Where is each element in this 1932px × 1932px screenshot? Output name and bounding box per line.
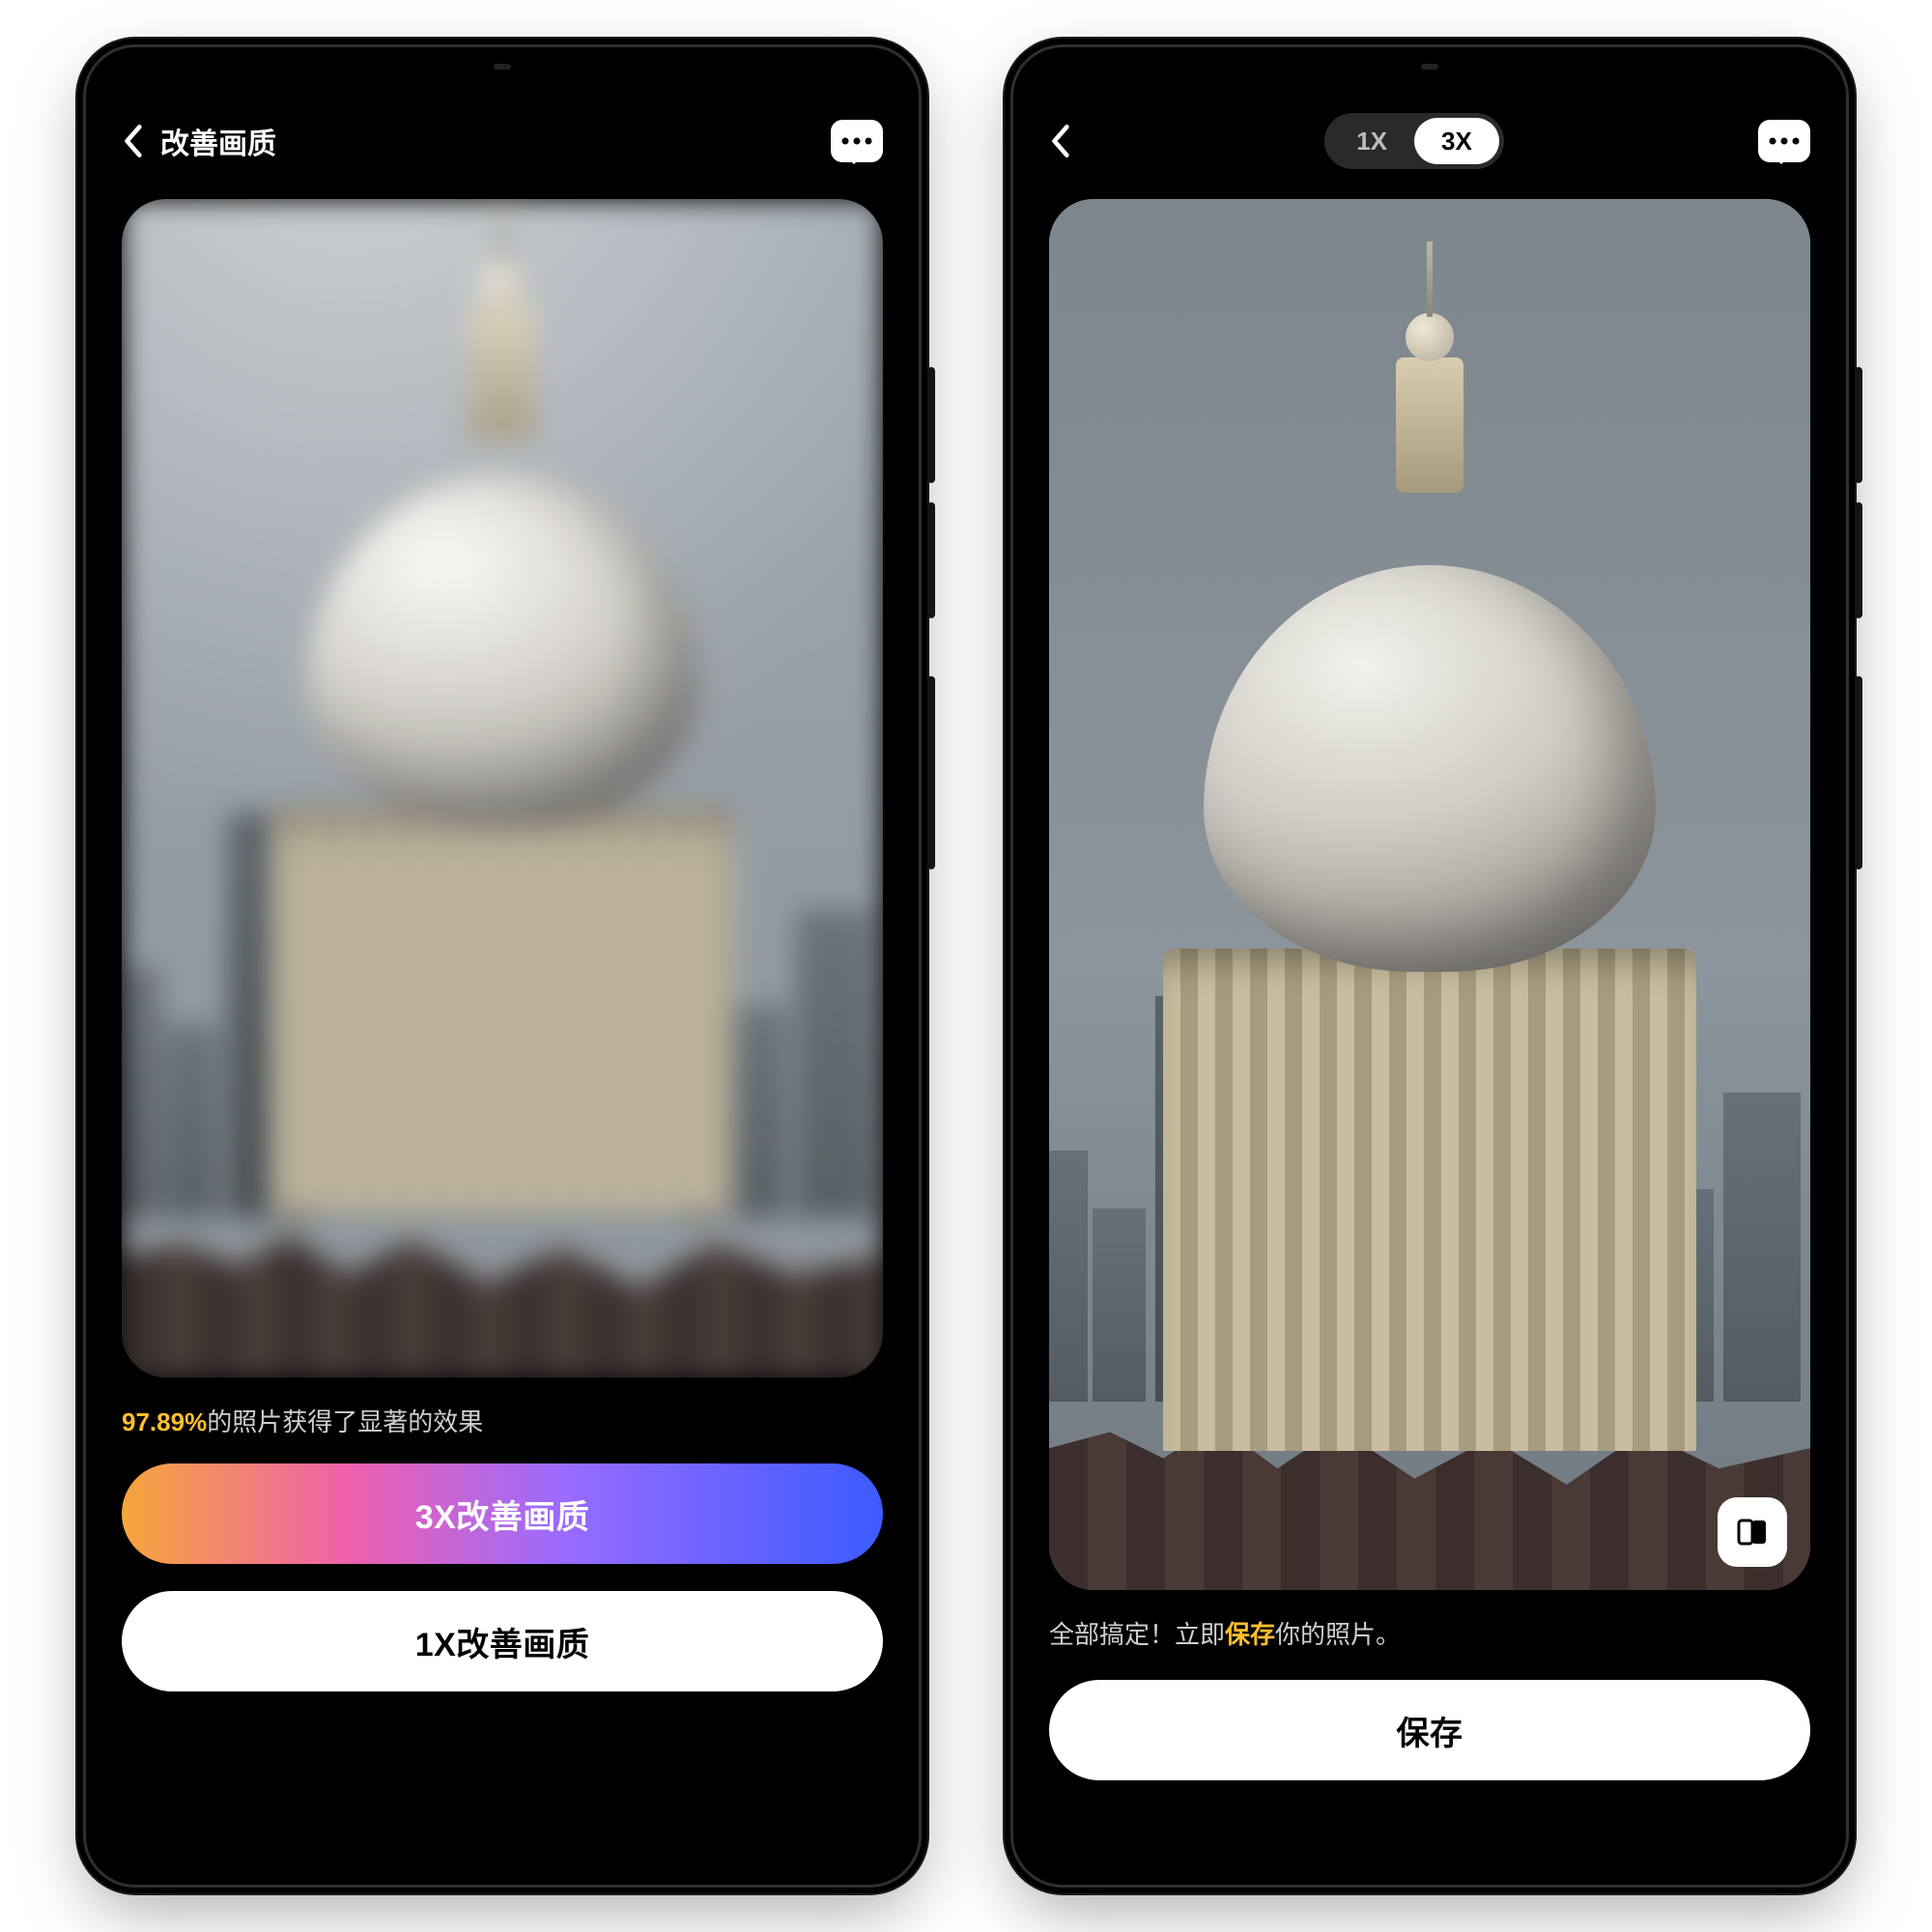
phone-frame-right: 1X 3X: [1005, 39, 1855, 1893]
side-button: [1855, 502, 1862, 618]
feedback-icon[interactable]: [831, 120, 883, 162]
image-preview-blurred[interactable]: [122, 199, 883, 1378]
enhance-3x-button[interactable]: 3X改善画质: [122, 1463, 883, 1564]
top-bar: 改善画质: [122, 102, 883, 180]
top-bar: 1X 3X: [1049, 102, 1810, 180]
result-percent: 97.89%: [122, 1407, 207, 1436]
result-caption: 97.89%的照片获得了显著的效果: [122, 1403, 883, 1438]
enhance-1x-button[interactable]: 1X改善画质: [122, 1591, 883, 1691]
compare-toggle[interactable]: [1718, 1497, 1787, 1567]
earpiece: [494, 64, 511, 70]
earpiece: [1421, 64, 1438, 70]
side-button: [927, 502, 935, 618]
save-caption: 全部搞定！立即保存你的照片。: [1049, 1615, 1810, 1651]
save-caption-strong: 保存: [1225, 1620, 1275, 1649]
page-title: 改善画质: [160, 120, 276, 162]
zoom-segmented-control: 1X 3X: [1324, 113, 1504, 169]
seg-1x[interactable]: 1X: [1329, 118, 1414, 164]
save-caption-post: 你的照片。: [1275, 1620, 1401, 1649]
screen-right: 1X 3X: [1022, 56, 1837, 1876]
save-caption-pre: 全部搞定！立即: [1049, 1620, 1225, 1649]
image-preview-enhanced[interactable]: [1049, 199, 1810, 1590]
phone-frame-left: 改善画质: [77, 39, 927, 1893]
result-caption-text: 的照片获得了显著的效果: [207, 1407, 483, 1436]
screen-left: 改善画质: [95, 56, 910, 1876]
back-button[interactable]: [122, 124, 143, 158]
back-button[interactable]: [1049, 124, 1070, 158]
side-button: [927, 367, 935, 483]
side-button: [1855, 367, 1862, 483]
seg-3x[interactable]: 3X: [1414, 118, 1499, 164]
side-button: [1855, 676, 1862, 869]
save-button[interactable]: 保存: [1049, 1680, 1810, 1780]
feedback-icon[interactable]: [1758, 120, 1810, 162]
side-button: [927, 676, 935, 869]
